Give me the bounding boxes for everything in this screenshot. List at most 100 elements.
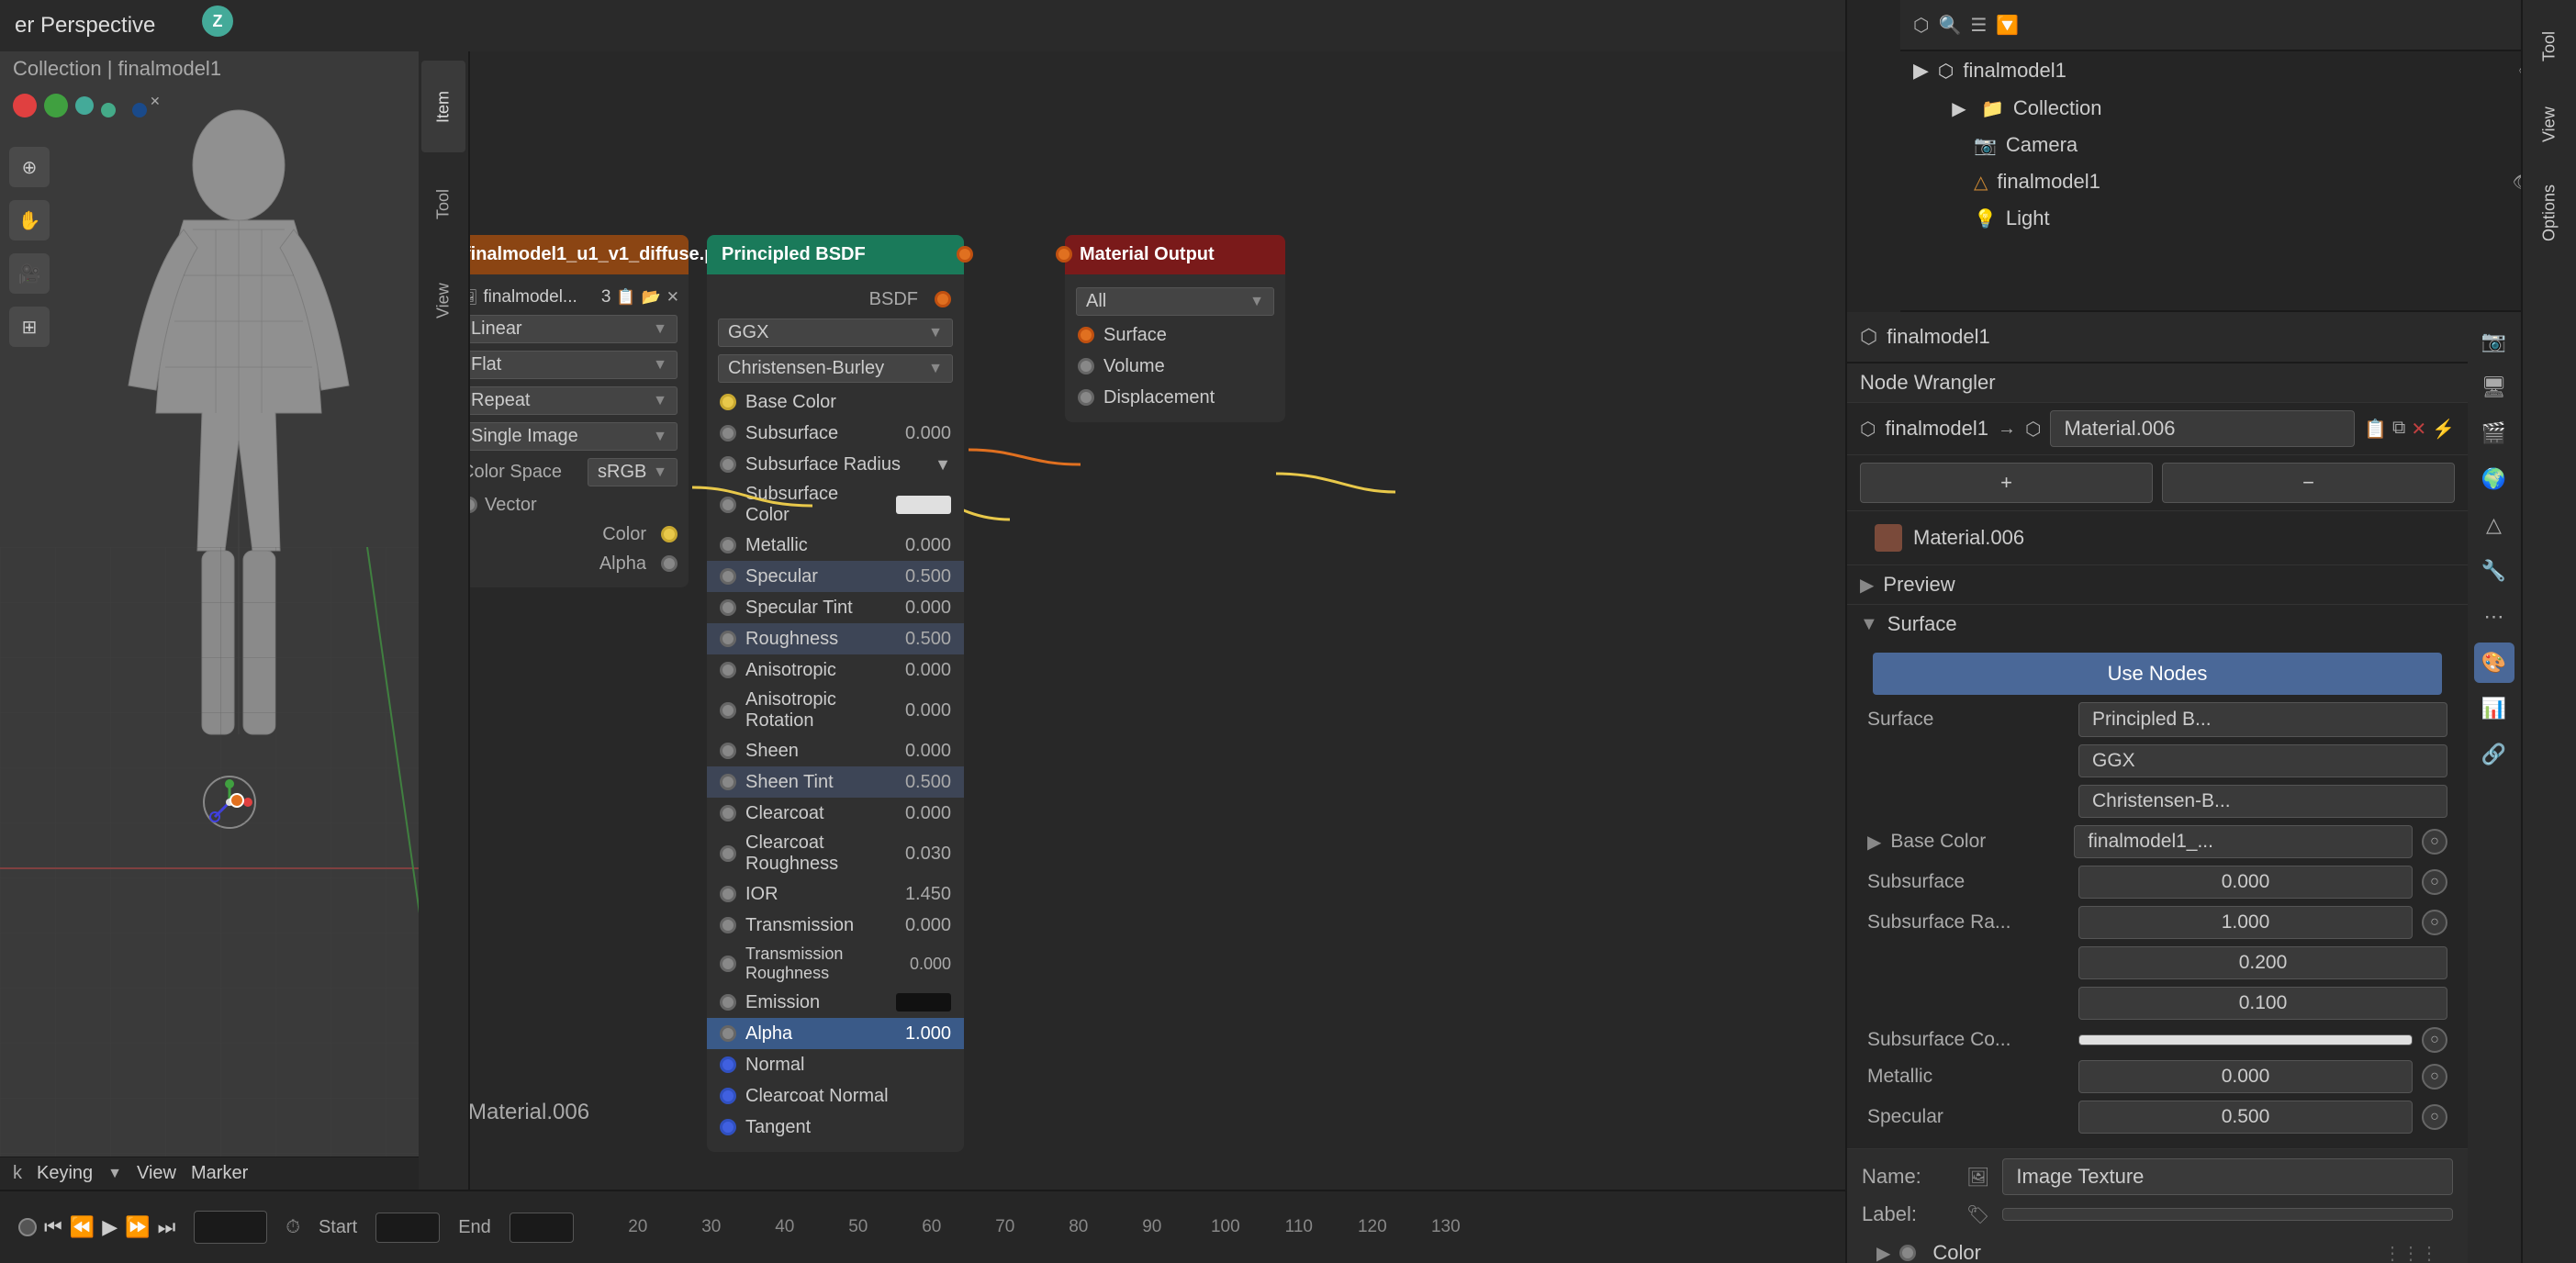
- skip-end-btn[interactable]: ⏭: [158, 1215, 176, 1239]
- props-particles-icon[interactable]: ⋯: [2474, 597, 2514, 637]
- side-tab-view[interactable]: View: [421, 255, 465, 347]
- outliner: ⬡ 🔍 ☰ 🔽 ▶ ⬡ finalmodel1 👁 ⚙ ▶ 📁 Collecti…: [1900, 0, 2576, 312]
- subsurface-circle-btn[interactable]: ○: [2422, 869, 2447, 895]
- props-object-icon[interactable]: △: [2474, 505, 2514, 545]
- bsdf-specular-tint-row: Specular Tint 0.000: [707, 592, 964, 623]
- surface-input-socket: [1078, 327, 1094, 343]
- distribution-value-box[interactable]: GGX: [2078, 744, 2447, 777]
- play-btn[interactable]: ▶: [102, 1215, 118, 1239]
- side-tab-tool[interactable]: Tool: [421, 158, 465, 250]
- base-color-value-box[interactable]: finalmodel1_...: [2074, 825, 2413, 858]
- subsurface-ra-2-value[interactable]: 0.200: [2078, 946, 2447, 979]
- remove-material-btn[interactable]: −: [2162, 463, 2455, 503]
- image-texture-node: finalmodel1_u1_v1_diffuse.png 🖼 finalmod…: [450, 235, 689, 587]
- props-modifier-icon[interactable]: 🔧: [2474, 551, 2514, 591]
- subsurface-ra-circle[interactable]: ○: [2422, 910, 2447, 935]
- vtab-view[interactable]: View: [2529, 88, 2570, 162]
- right-vtabs: Tool View Options: [2521, 0, 2576, 1263]
- subsurface-co-value[interactable]: [2078, 1034, 2413, 1045]
- base-color-circle-btn[interactable]: ○: [2422, 829, 2447, 855]
- bsdf-emission-row: Emission: [707, 987, 964, 1018]
- anisotropic-rot-socket: [720, 702, 736, 719]
- source-row: Single Image ▼: [450, 419, 689, 454]
- image-texture-body: 🖼 finalmodel... 3 📋 📂 ✕ Linear ▼ Flat: [450, 274, 689, 587]
- surface-header: ▼ Surface: [1860, 612, 2455, 636]
- vtab-options[interactable]: Options: [2529, 167, 2570, 259]
- metallic-circle[interactable]: ○: [2422, 1064, 2447, 1090]
- surface-value-box[interactable]: Principled B...: [2078, 702, 2447, 737]
- bsdf-anisotropic-rot-row: Anisotropic Rotation 0.000: [707, 686, 964, 735]
- skip-start-btn[interactable]: ⏮: [44, 1215, 62, 1239]
- bsdf-ior-row: IOR 1.450: [707, 878, 964, 910]
- bsdf-metallic-row: Metallic 0.000: [707, 530, 964, 561]
- interpolation-row: Linear ▼: [450, 311, 689, 347]
- specular-tint-socket: [720, 599, 736, 616]
- subsurface-co-circle[interactable]: ○: [2422, 1027, 2447, 1053]
- subsurface-ra2-row: 0.200: [1860, 946, 2455, 979]
- start-label: Start: [319, 1217, 357, 1238]
- props-scene-icon[interactable]: 🎬: [2474, 413, 2514, 453]
- properties-panel: ⬡ finalmodel1 Node Wrangler ⬡ finalmodel…: [1847, 312, 2468, 1263]
- bsdf-subsurface-row: Subsurface 0.000: [707, 418, 964, 449]
- img-icons: 🖼 finalmodel... 3 📋 📂 ✕: [450, 284, 689, 311]
- bsdf-node: Principled BSDF BSDF GGX ▼ Christ: [707, 235, 964, 1152]
- specular-prop-value[interactable]: 0.500: [2078, 1101, 2413, 1134]
- bsdf-title: Principled BSDF: [722, 244, 866, 265]
- side-tab-item[interactable]: Item: [421, 61, 465, 152]
- copy-material-icon[interactable]: 📋: [2364, 418, 2387, 441]
- material-selector-row: ⬡ finalmodel1 → ⬡ Material.006 📋 ⧉ ✕ ⚡: [1847, 403, 2468, 455]
- add-material-btn[interactable]: +: [1860, 463, 2153, 503]
- subsurface-method-value-box[interactable]: Christensen-B...: [2078, 785, 2447, 818]
- props-data-icon[interactable]: 📊: [2474, 688, 2514, 729]
- move-tool[interactable]: ✋: [9, 200, 50, 240]
- use-nodes-button[interactable]: Use Nodes: [1873, 653, 2442, 695]
- camera-tool[interactable]: 🎥: [9, 253, 50, 294]
- cursor-tool[interactable]: ⊕: [9, 147, 50, 187]
- props-constraints-icon[interactable]: 🔗: [2474, 734, 2514, 775]
- start-frame-input[interactable]: 1: [375, 1213, 440, 1243]
- subsurface-value[interactable]: 0.000: [2078, 866, 2413, 899]
- end-frame-input[interactable]: 250: [510, 1213, 574, 1243]
- record-btn[interactable]: [18, 1218, 37, 1236]
- preview-section: ▶ Preview: [1847, 565, 2468, 605]
- vtab-tool[interactable]: Tool: [2529, 9, 2570, 83]
- delete-material-icon[interactable]: ✕: [2411, 418, 2426, 441]
- bsdf-specular-row: Specular 0.500: [707, 561, 964, 592]
- props-render-icon[interactable]: 📷: [2474, 321, 2514, 362]
- subsurface-ra-1-value[interactable]: 1.000: [2078, 906, 2413, 939]
- surface-row: Surface: [1065, 319, 1285, 351]
- color-output-socket: [661, 526, 678, 542]
- subsurface-radius-socket: [720, 456, 736, 473]
- outliner-item-light: 💡 Light 👁: [1900, 200, 2576, 237]
- next-frame-btn[interactable]: ⏩: [125, 1215, 150, 1239]
- metallic-value[interactable]: 0.000: [2078, 1060, 2413, 1093]
- subsurface-ra-3-value[interactable]: 0.100: [2078, 987, 2447, 1020]
- grid-tool[interactable]: ⊞: [9, 307, 50, 347]
- material-id-box[interactable]: Material.006: [2050, 410, 2355, 447]
- distribution-value-row: GGX: [1860, 744, 2455, 777]
- props-material-icon[interactable]: 🎨: [2474, 643, 2514, 683]
- duplicate-material-icon[interactable]: ⧉: [2392, 418, 2405, 441]
- mat-out-socket: [1056, 246, 1072, 263]
- current-frame-input[interactable]: 0: [194, 1211, 267, 1244]
- bsdf-header-socket: [957, 246, 973, 263]
- label-value-input[interactable]: [2002, 1208, 2453, 1221]
- bsdf-subsurface-radius-row: Subsurface Radius ▼: [707, 449, 964, 480]
- emission-swatch[interactable]: [896, 993, 951, 1012]
- ior-socket: [720, 886, 736, 902]
- subsurface-color-swatch[interactable]: [896, 496, 951, 514]
- props-output-icon[interactable]: 🖥: [2474, 367, 2514, 408]
- props-world-icon[interactable]: 🌍: [2474, 459, 2514, 499]
- material-settings-icon[interactable]: ⚡: [2432, 418, 2455, 441]
- displacement-row: Displacement: [1065, 382, 1285, 413]
- bsdf-tangent-row: Tangent: [707, 1112, 964, 1143]
- alpha-output-row: Alpha: [450, 549, 689, 578]
- specular-circle[interactable]: ○: [2422, 1104, 2447, 1130]
- viewport-title: er Perspective: [15, 13, 155, 39]
- name-value-input[interactable]: Image Texture: [2002, 1158, 2453, 1195]
- base-color-socket: [720, 394, 736, 410]
- node-editor: finalmodel1_u1_v1_diffuse.png 🖼 finalmod…: [422, 51, 1845, 1217]
- use-nodes-container: Use Nodes: [1860, 645, 2455, 702]
- viewport: er Perspective Z ▶ Transform ⋮⋮⋮ Collect…: [0, 0, 1845, 1263]
- prev-frame-btn[interactable]: ⏪: [70, 1215, 95, 1239]
